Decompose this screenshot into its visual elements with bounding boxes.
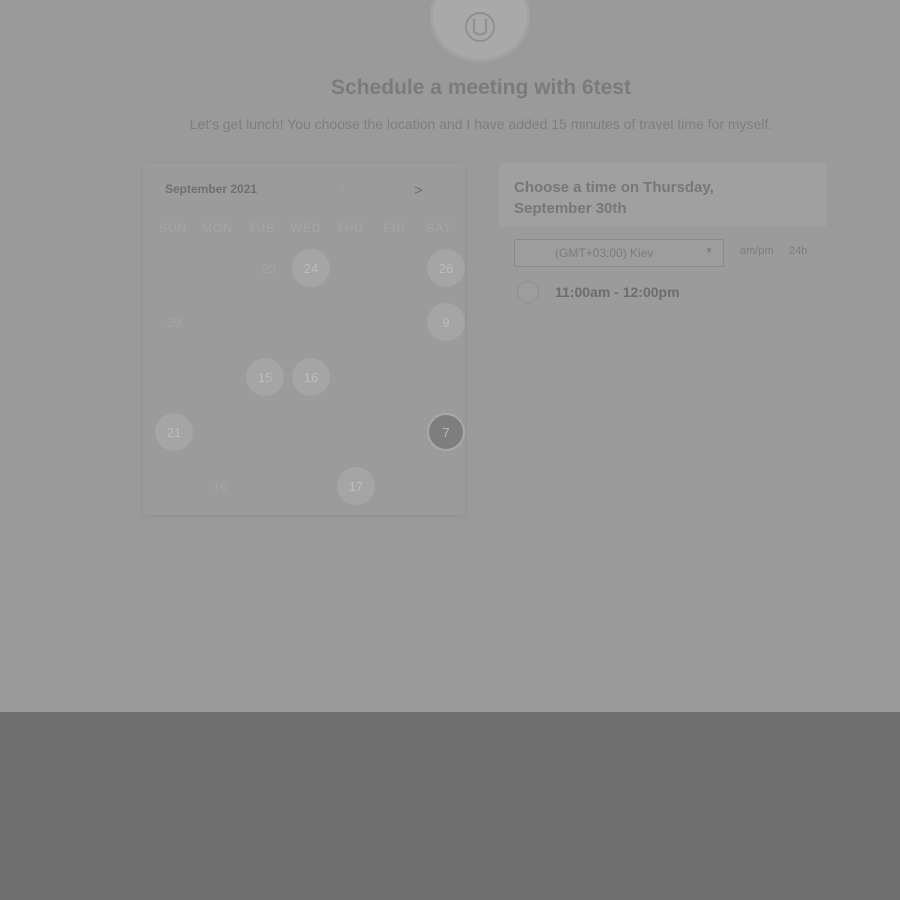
weekday-thu: THU	[336, 221, 365, 235]
weekday-mon: MON	[201, 221, 233, 235]
weekday-sun: SUN	[158, 221, 188, 235]
calendar-day[interactable]: 16	[201, 467, 239, 505]
prev-month-button[interactable]: ‹	[340, 180, 345, 197]
page-title: Schedule a meeting with 6test	[331, 76, 631, 99]
calendar-day[interactable]: 26	[427, 249, 465, 287]
calendar-day[interactable]: 17	[337, 467, 375, 505]
timezone-value: (GMT+03:00) Kiev	[555, 246, 654, 260]
calendar-day[interactable]: 9	[427, 303, 465, 341]
format-ampm-toggle[interactable]: am/pm	[740, 245, 774, 257]
timezone-select[interactable]: (GMT+03:00) Kiev ▼	[514, 239, 724, 267]
weekday-tue: TUE	[248, 221, 276, 235]
weekday-wed: WED	[290, 221, 322, 235]
next-month-button[interactable]: >	[414, 182, 423, 199]
calendar-day[interactable]: 23	[250, 249, 288, 287]
calendar-day[interactable]: 15	[246, 358, 284, 396]
page-subtitle: Let's get lunch! You choose the location…	[189, 116, 773, 132]
calendar-day[interactable]: 16	[292, 358, 330, 396]
calendar-day[interactable]: 21	[155, 413, 193, 451]
time-slot-label[interactable]: 11:00am - 12:00pm	[555, 284, 680, 300]
time-card-title: Choose a time on Thursday, September 30t…	[514, 179, 714, 217]
calendar-month: September 2021	[165, 182, 258, 196]
weekday-sat: SAT	[426, 221, 452, 235]
chevron-down-icon: ▼	[705, 246, 713, 255]
format-24h-toggle[interactable]: 24h	[789, 245, 807, 257]
weekday-header: SUN MON TUE WED THU FRI SAT	[151, 221, 461, 235]
calendar-day[interactable]: 29	[155, 303, 193, 341]
logo-icon	[465, 12, 495, 42]
calendar-card	[143, 163, 465, 515]
slot-radio[interactable]	[517, 281, 539, 303]
calendar-day-selected[interactable]: 7	[427, 413, 465, 451]
weekday-fri: FRI	[383, 221, 406, 235]
calendar-day[interactable]: 24	[292, 249, 330, 287]
footer-band	[0, 712, 900, 900]
